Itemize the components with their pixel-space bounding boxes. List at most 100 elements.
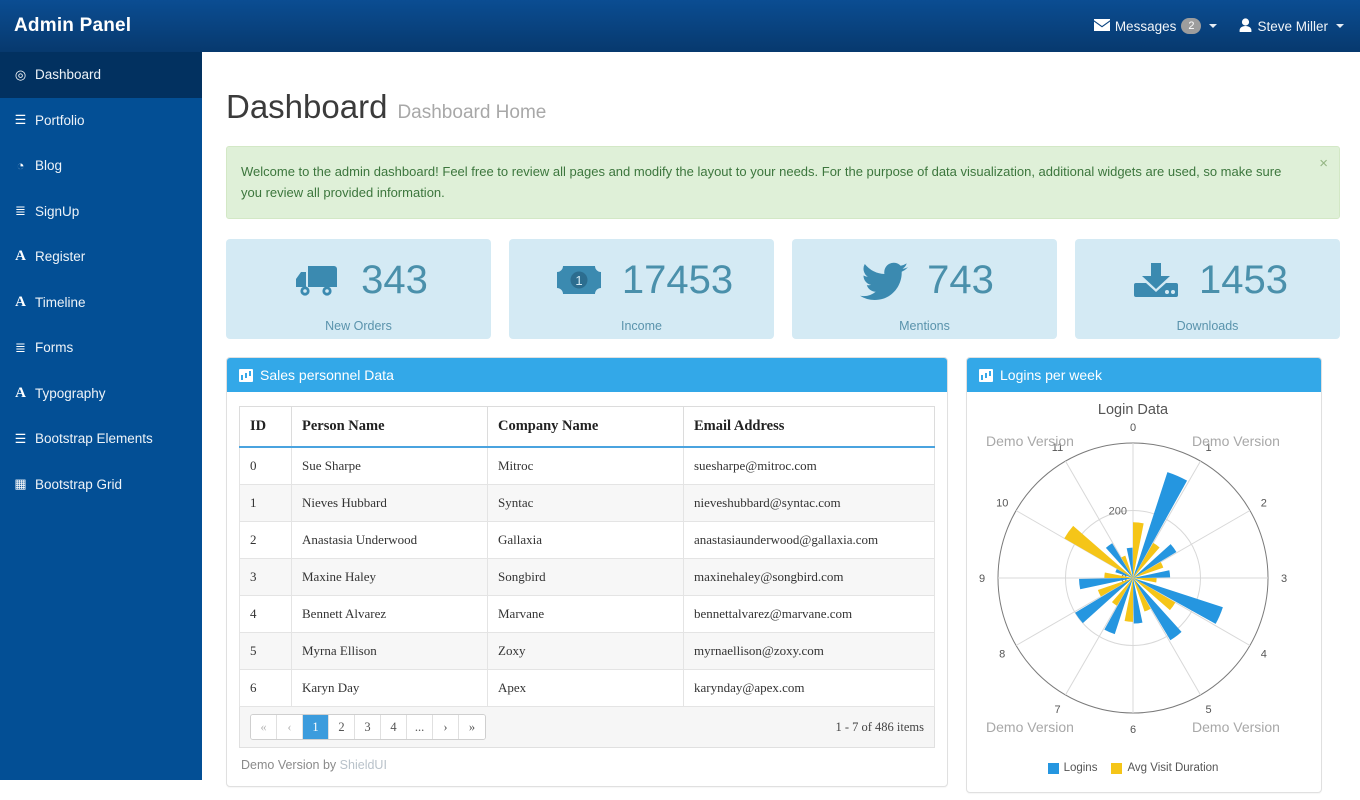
- sidebar-item-blog[interactable]: ◔ Blog: [0, 143, 202, 189]
- polar-rose-chart[interactable]: 012345678910110200Demo VersionDemo Versi…: [968, 418, 1298, 758]
- user-icon: [1239, 18, 1252, 35]
- bar-chart-icon: [239, 369, 253, 382]
- stat-card-mentions[interactable]: 743 Mentions: [792, 239, 1057, 339]
- stat-card-new-orders[interactable]: 343 New Orders: [226, 239, 491, 339]
- cell-email: maxinehaley@songbird.com: [684, 559, 935, 596]
- page-title: Dashboard: [226, 88, 387, 126]
- sidebar-item-label: Portfolio: [35, 113, 85, 128]
- column-header-person-name[interactable]: Person Name: [292, 407, 488, 448]
- page-button-4[interactable]: 4: [381, 715, 407, 739]
- cell-person-name: Nieves Hubbard: [292, 485, 488, 522]
- main-content-area: Dashboard Dashboard Home Welcome to the …: [202, 52, 1360, 800]
- cell-email: myrnaellison@zoxy.com: [684, 633, 935, 670]
- page-next-button[interactable]: ›: [433, 715, 459, 739]
- chevron-down-icon: [1209, 24, 1217, 28]
- page-button-2[interactable]: 2: [329, 715, 355, 739]
- stat-card-downloads[interactable]: 1453 Downloads: [1075, 239, 1340, 339]
- sales-panel-header: Sales personnel Data: [227, 358, 947, 392]
- cell-person-name: Maxine Haley: [292, 559, 488, 596]
- bar-chart-icon: [979, 369, 993, 382]
- sidebar-item-signup[interactable]: ≣ SignUp: [0, 189, 202, 235]
- logins-panel-title: Logins per week: [1000, 367, 1102, 383]
- legend-label: Avg Visit Duration: [1127, 762, 1218, 774]
- cell-id: 3: [240, 559, 292, 596]
- stat-card-income[interactable]: 1 17453 Income: [509, 239, 774, 339]
- table-row[interactable]: 5 Myrna Ellison Zoxy myrnaellison@zoxy.c…: [240, 633, 935, 670]
- globe-icon: ◔: [13, 158, 28, 173]
- sidebar-item-dashboard[interactable]: ◎ Dashboard: [0, 52, 202, 98]
- messages-menu[interactable]: Messages 2: [1094, 18, 1218, 34]
- sidebar-item-portfolio[interactable]: ☰ Portfolio: [0, 98, 202, 144]
- logins-per-week-panel: Logins per week Login Data 0123456789101…: [966, 357, 1322, 793]
- cell-email: suesharpe@mitroc.com: [684, 447, 935, 485]
- cell-company-name: Syntac: [488, 485, 684, 522]
- stat-label: Downloads: [1089, 319, 1326, 333]
- sales-personnel-table: ID Person Name Company Name Email Addres…: [239, 406, 935, 707]
- table-row[interactable]: 4 Bennett Alvarez Marvane bennettalvarez…: [240, 596, 935, 633]
- chevron-down-icon: [1336, 24, 1344, 28]
- close-icon[interactable]: ×: [1319, 156, 1328, 171]
- svg-text:Demo Version: Demo Version: [986, 719, 1074, 735]
- table-row[interactable]: 1 Nieves Hubbard Syntac nieveshubbard@sy…: [240, 485, 935, 522]
- column-header-id[interactable]: ID: [240, 407, 292, 448]
- download-inbox-icon: [1127, 257, 1185, 303]
- user-menu[interactable]: Steve Miller: [1239, 18, 1344, 35]
- svg-text:Demo Version: Demo Version: [986, 433, 1074, 449]
- stat-label: Income: [523, 319, 760, 333]
- demo-footer-brand: ShieldUI: [340, 758, 387, 772]
- sidebar-item-bootstrap-grid[interactable]: ▦ Bootstrap Grid: [0, 462, 202, 508]
- legend-item-avg-visit-duration[interactable]: Avg Visit Duration: [1111, 762, 1218, 774]
- cell-company-name: Mitroc: [488, 447, 684, 485]
- list-icon: ☰: [13, 431, 28, 447]
- sidebar-item-label: SignUp: [35, 204, 79, 219]
- cell-person-name: Karyn Day: [292, 670, 488, 707]
- cell-email: nieveshubbard@syntac.com: [684, 485, 935, 522]
- table-row[interactable]: 3 Maxine Haley Songbird maxinehaley@song…: [240, 559, 935, 596]
- stat-value: 743: [927, 260, 994, 300]
- svg-text:6: 6: [1130, 724, 1136, 736]
- cell-id: 0: [240, 447, 292, 485]
- sidebar-item-timeline[interactable]: A Timeline: [0, 280, 202, 326]
- demo-version-footer: Demo Version by ShieldUI: [239, 748, 935, 776]
- sidebar-item-label: Forms: [35, 340, 73, 355]
- cell-company-name: Apex: [488, 670, 684, 707]
- legend-label: Logins: [1064, 762, 1098, 774]
- stat-cards-row: 343 New Orders 1 17453 Income 743 Mentio…: [226, 239, 1340, 339]
- column-header-company-name[interactable]: Company Name: [488, 407, 684, 448]
- stat-value: 17453: [622, 260, 733, 300]
- svg-text:2: 2: [1261, 498, 1267, 510]
- svg-text:Demo Version: Demo Version: [1192, 433, 1280, 449]
- cell-id: 2: [240, 522, 292, 559]
- cell-email: karynday@apex.com: [684, 670, 935, 707]
- table-row[interactable]: 6 Karyn Day Apex karynday@apex.com: [240, 670, 935, 707]
- list-icon: ☰: [13, 112, 28, 128]
- sidebar-item-forms[interactable]: ≣ Forms: [0, 325, 202, 371]
- cell-company-name: Gallaxia: [488, 522, 684, 559]
- topbar-right-menu: Messages 2 Steve Miller: [1094, 18, 1360, 35]
- table-row[interactable]: 0 Sue Sharpe Mitroc suesharpe@mitroc.com: [240, 447, 935, 485]
- page-button-1[interactable]: 1: [303, 715, 329, 739]
- sidebar-item-bootstrap-elements[interactable]: ☰ Bootstrap Elements: [0, 416, 202, 462]
- table-row[interactable]: 2 Anastasia Underwood Gallaxia anastasia…: [240, 522, 935, 559]
- svg-text:200: 200: [1109, 506, 1127, 518]
- legend-item-logins[interactable]: Logins: [1048, 762, 1098, 774]
- page-ellipsis[interactable]: ...: [407, 715, 433, 739]
- sidebar-item-register[interactable]: A Register: [0, 234, 202, 280]
- page-last-button[interactable]: »: [459, 715, 485, 739]
- legend-swatch: [1111, 763, 1122, 774]
- cell-id: 6: [240, 670, 292, 707]
- sidebar-item-label: Register: [35, 249, 85, 264]
- svg-text:1: 1: [575, 273, 582, 288]
- svg-text:3: 3: [1281, 573, 1287, 585]
- sales-personnel-panel: Sales personnel Data ID Person Name Comp…: [226, 357, 948, 787]
- page-prev-button[interactable]: ‹: [277, 715, 303, 739]
- font-icon: A: [13, 248, 28, 265]
- stat-label: New Orders: [240, 319, 477, 333]
- page-button-3[interactable]: 3: [355, 715, 381, 739]
- table-pagination-bar: « ‹ 1 2 3 4 ... › » 1 - 7 of 486 items: [239, 707, 935, 748]
- sidebar-item-typography[interactable]: A Typography: [0, 371, 202, 417]
- svg-text:10: 10: [996, 498, 1008, 510]
- money-bill-icon: 1: [550, 257, 608, 303]
- column-header-email-address[interactable]: Email Address: [684, 407, 935, 448]
- page-first-button[interactable]: «: [251, 715, 277, 739]
